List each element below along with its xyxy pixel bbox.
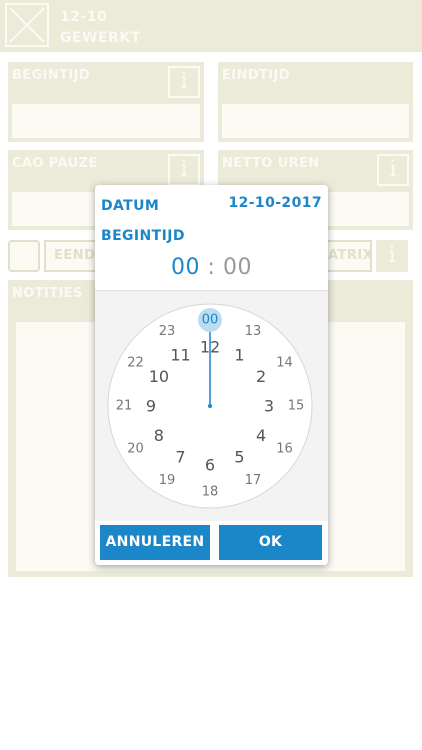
outer-hour-18[interactable]: 18 [202, 485, 219, 500]
time-picker-dialog: DATUM 12-10-2017 BEGINTIJD 00 : 00 00 13 1… [95, 185, 328, 565]
inner-hour-8[interactable]: 8 [154, 426, 164, 445]
time-separator: : [207, 255, 216, 280]
netto-uren-label: NETTO UREN [222, 156, 320, 171]
outer-hour-16[interactable]: 16 [276, 442, 293, 457]
time-display: 00 : 00 [95, 255, 328, 280]
eindtijd-panel: EINDTIJD [218, 62, 413, 142]
inner-hour-2[interactable]: 2 [256, 367, 266, 386]
inner-hour-7[interactable]: 7 [175, 448, 185, 467]
outer-hour-15[interactable]: 15 [288, 399, 305, 414]
date-row: DATUM 12-10-2017 [101, 195, 322, 217]
inner-hour-9[interactable]: 9 [146, 397, 156, 416]
outer-hour-13[interactable]: 13 [245, 324, 262, 339]
inner-hour-6[interactable]: 6 [205, 456, 215, 475]
outer-hour-00[interactable]: 00 [202, 313, 219, 328]
inner-hour-12[interactable]: 12 [200, 338, 220, 357]
outer-hour-23[interactable]: 23 [159, 324, 176, 339]
page-title: 12-10 GEWERKT [60, 7, 141, 49]
begintijd-label: BEGINTIJD [12, 68, 91, 83]
clock-area: 00 13 14 15 16 17 18 19 20 21 22 23 12 1 2 3 4 5 6 7 8 9 10 11 [95, 290, 328, 521]
time-label: BEGINTIJD [101, 228, 185, 244]
cao-pauze-info-button[interactable]: i [168, 154, 200, 186]
clock-face[interactable]: 00131415161718192021222312 1234567891011 [95, 291, 328, 521]
inner-hour-5[interactable]: 5 [234, 448, 244, 467]
inner-hour-3[interactable]: 3 [264, 397, 274, 416]
outer-hour-19[interactable]: 19 [159, 473, 176, 488]
outer-hour-20[interactable]: 20 [127, 442, 144, 457]
outer-hour-22[interactable]: 22 [127, 356, 144, 371]
inner-hour-10[interactable]: 10 [149, 367, 169, 386]
checkbox[interactable] [8, 240, 40, 272]
inner-hour-11[interactable]: 11 [170, 345, 190, 364]
begintijd-panel: BEGINTIJD i [8, 62, 204, 142]
outer-hour-14[interactable]: 14 [276, 356, 293, 371]
eindtijd-label: EINDTIJD [222, 68, 290, 83]
hours-value[interactable]: 00 [171, 255, 200, 280]
inner-hour-4[interactable]: 4 [256, 426, 266, 445]
minutes-value[interactable]: 00 [223, 255, 252, 280]
clock-center-dot [208, 404, 212, 408]
title-date: 12-10 [60, 9, 108, 25]
matrix-info-button[interactable]: i [376, 240, 408, 272]
inner-hour-1[interactable]: 1 [234, 345, 244, 364]
ok-button[interactable]: OK [219, 525, 322, 560]
begintijd-field[interactable] [12, 104, 200, 138]
date-value: 12-10-2017 [228, 195, 322, 211]
title-status: GEWERKT [60, 30, 141, 46]
close-icon [9, 7, 45, 43]
top-bar: 12-10 GEWERKT [0, 0, 422, 52]
cao-pauze-label: CAO PAUZE [12, 156, 98, 171]
date-label: DATUM [101, 198, 160, 214]
eindtijd-field[interactable] [222, 104, 409, 138]
cancel-button[interactable]: ANNULEREN [100, 525, 210, 560]
begintijd-info-button[interactable]: i [168, 66, 200, 98]
outer-hour-17[interactable]: 17 [245, 473, 262, 488]
outer-hour-21[interactable]: 21 [116, 399, 133, 414]
notes-label: NOTITIES [12, 286, 83, 301]
netto-uren-info-button[interactable]: i [377, 154, 409, 186]
close-button[interactable] [5, 3, 49, 47]
